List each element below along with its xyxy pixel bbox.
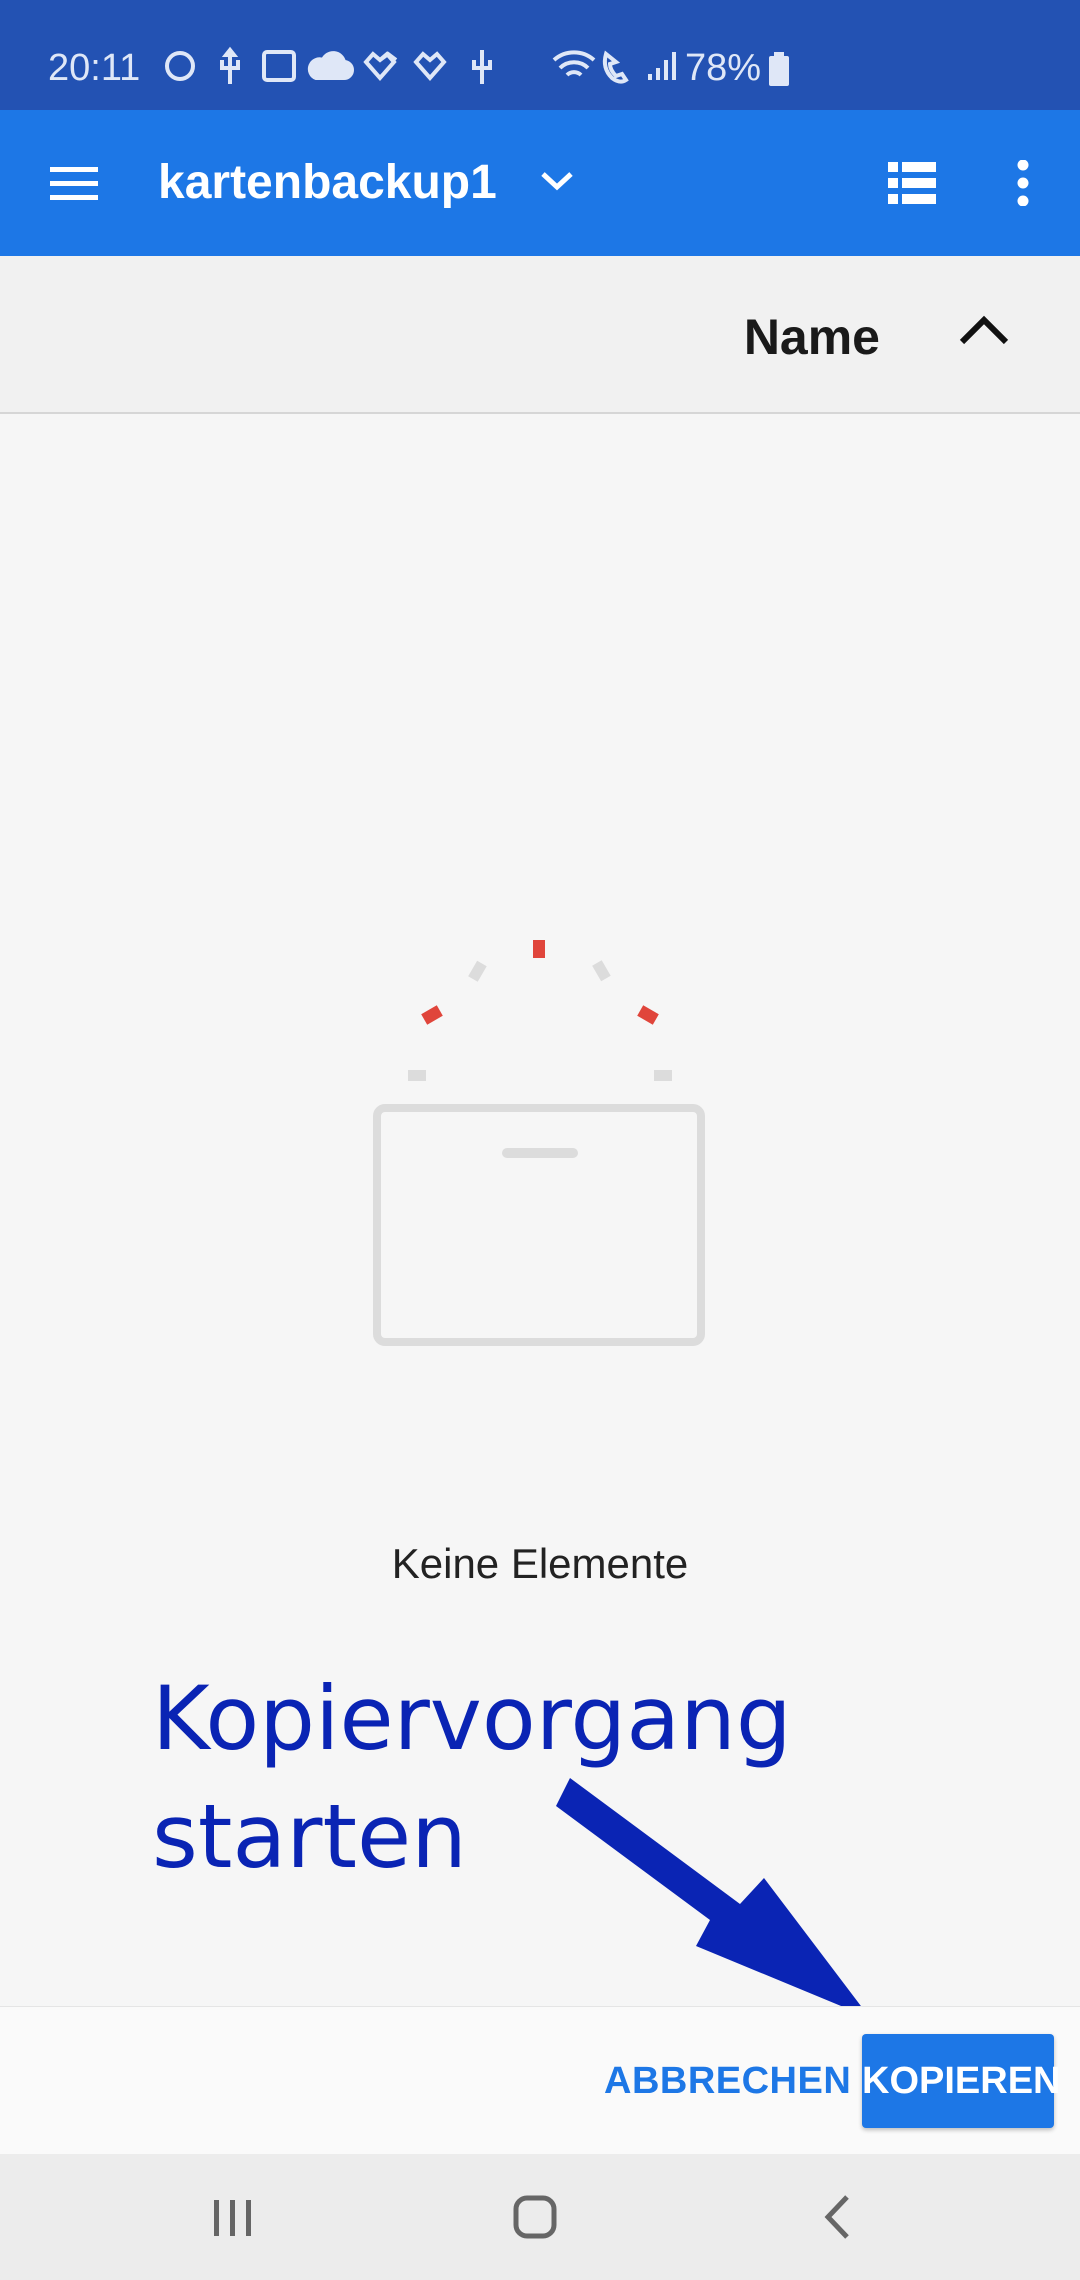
cancel-button[interactable]: ABBRECHEN bbox=[604, 2007, 851, 2155]
copy-button[interactable]: KOPIEREN bbox=[862, 2034, 1060, 2128]
usb-icon bbox=[220, 46, 240, 84]
wifi-call-icon bbox=[552, 50, 596, 77]
sort-header: Name bbox=[0, 256, 1080, 414]
system-nav-bar bbox=[0, 2154, 1080, 2280]
menu-icon[interactable] bbox=[50, 167, 98, 201]
home-icon[interactable] bbox=[512, 2194, 558, 2240]
empty-state-message: Keine Elemente bbox=[391, 1540, 689, 1587]
signal-icon bbox=[648, 52, 676, 80]
list-view-icon[interactable] bbox=[888, 162, 936, 204]
image-icon bbox=[262, 50, 296, 82]
app-title[interactable]: kartenbackup1 bbox=[158, 110, 497, 256]
usb-icon bbox=[472, 50, 492, 84]
health-heart-icon bbox=[363, 51, 398, 82]
chevron-up-icon[interactable] bbox=[958, 314, 1010, 346]
battery-percent: 78% bbox=[685, 47, 762, 89]
cloud-icon bbox=[307, 51, 354, 80]
status-notification-icons bbox=[165, 46, 492, 84]
empty-folder-illustration bbox=[373, 940, 705, 1346]
chevron-down-icon[interactable] bbox=[540, 170, 574, 192]
dialog-action-bar: ABBRECHEN KOPIEREN bbox=[0, 2006, 1080, 2155]
health-heart-icon bbox=[413, 51, 447, 82]
status-bar: 20:11 78% bbox=[0, 0, 1080, 110]
battery-icon bbox=[769, 52, 789, 86]
sort-by-name-label[interactable]: Name bbox=[744, 256, 880, 412]
annotation-line-1: Kopiervorgang bbox=[152, 1667, 792, 1770]
app-bar: kartenbackup1 bbox=[0, 110, 1080, 256]
recents-icon[interactable] bbox=[212, 2198, 254, 2238]
alexa-ring-icon bbox=[165, 51, 195, 81]
annotation-arrow-icon bbox=[556, 1778, 870, 2018]
volte-call-icon bbox=[602, 50, 629, 84]
more-options-icon[interactable] bbox=[1010, 160, 1036, 206]
back-icon[interactable] bbox=[822, 2194, 852, 2240]
status-time: 20:11 bbox=[48, 47, 141, 89]
connectivity-icons bbox=[552, 50, 676, 84]
